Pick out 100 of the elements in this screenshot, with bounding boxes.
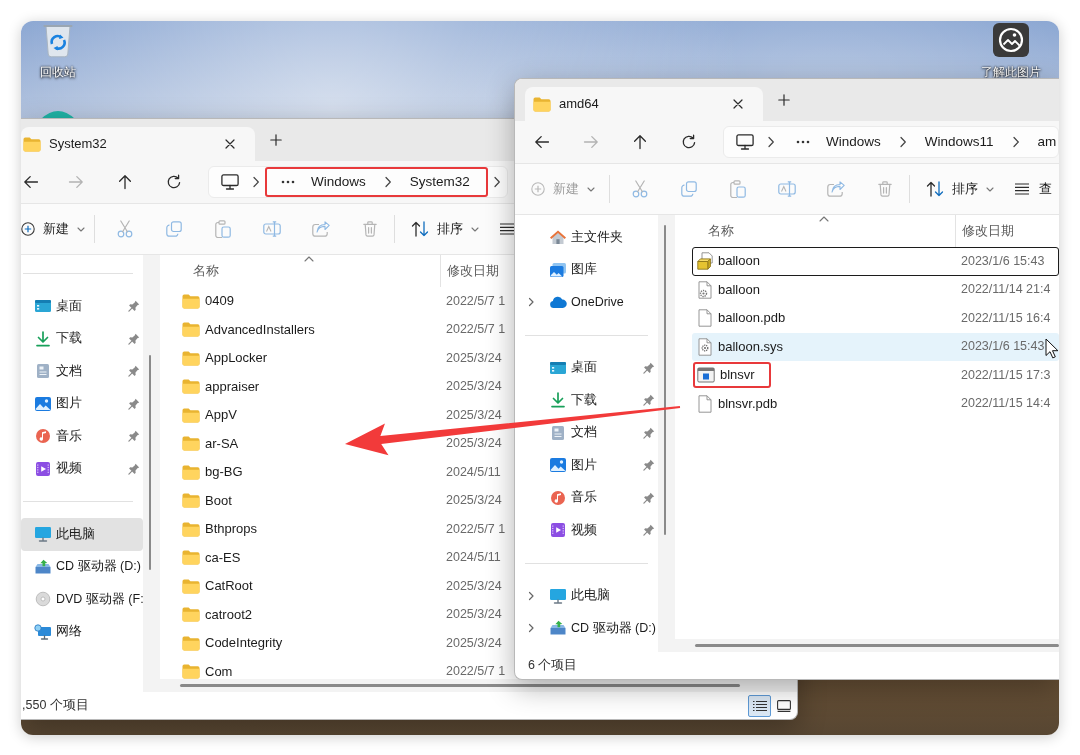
chevron-icon[interactable]: [1011, 136, 1020, 148]
forward-icon: [583, 134, 599, 150]
column-header[interactable]: 修改日期: [955, 215, 1059, 247]
file-name[interactable]: 0409: [205, 293, 234, 310]
plus-circle-icon: [21, 222, 35, 236]
sidebar-item[interactable]: 图片: [21, 387, 143, 420]
expand-chevron-icon[interactable]: [527, 297, 535, 308]
scrollbar-thumb[interactable]: [149, 355, 151, 570]
sidebar-item[interactable]: CD 驱动器 (D:): [523, 612, 658, 645]
address-bar[interactable]: Windows System32: [208, 166, 508, 198]
file-row[interactable]: balloon 2023/1/6 15:43: [692, 247, 1059, 276]
folder-tab[interactable]: amd64: [525, 87, 763, 121]
download-icon: [549, 392, 567, 409]
file-name[interactable]: catroot2: [205, 606, 252, 623]
close-tab-button[interactable]: [223, 137, 237, 151]
scrollbar-thumb[interactable]: [695, 644, 1059, 647]
file-name[interactable]: Com: [205, 663, 233, 679]
column-header[interactable]: 名称: [692, 215, 955, 247]
settings-file-icon: [697, 280, 713, 299]
sidebar-item[interactable]: 下载: [523, 384, 658, 417]
scrollbar[interactable]: [658, 215, 675, 652]
view-icon: [500, 223, 514, 235]
breadcrumb-segment[interactable]: am: [1031, 133, 1057, 151]
desktop-icon: [34, 298, 52, 315]
file-row[interactable]: balloon.sys 2023/1/6 15:43: [692, 332, 1059, 361]
sidebar-item[interactable]: 桌面: [523, 351, 658, 384]
sidebar-item[interactable]: 此电脑: [523, 579, 658, 612]
more-icon[interactable]: [281, 180, 295, 184]
column-header[interactable]: 修改日期: [440, 255, 506, 287]
sidebar-item[interactable]: 主文件夹: [523, 221, 658, 254]
file-name[interactable]: Bthprops: [205, 521, 258, 538]
scrollbar-thumb[interactable]: [180, 684, 740, 687]
file-name[interactable]: balloon.pdb: [718, 310, 786, 327]
address-bar[interactable]: Windows Windows11 am: [723, 126, 1059, 158]
chevron-icon[interactable]: [767, 136, 775, 148]
file-icon: [697, 309, 713, 328]
column-header[interactable]: 名称: [177, 255, 440, 287]
file-name[interactable]: balloon: [718, 253, 760, 270]
breadcrumb-segment[interactable]: Windows: [305, 173, 372, 191]
sidebar-item[interactable]: 音乐: [523, 481, 658, 514]
expand-chevron-icon[interactable]: [527, 623, 535, 634]
sidebar-item[interactable]: 音乐: [21, 420, 143, 453]
modified-date: 2025/3/24: [445, 635, 502, 651]
monitor-icon[interactable]: [736, 134, 754, 150]
sidebar-item[interactable]: 文档: [21, 355, 143, 388]
cd-drive-icon: [549, 620, 567, 637]
trash-icon: [877, 181, 892, 197]
monitor-icon[interactable]: [221, 174, 239, 190]
file-name[interactable]: CodeIntegrity: [205, 635, 283, 652]
sidebar-item[interactable]: DVD 驱动器 (F:: [21, 583, 143, 616]
modified-date: 2022/5/7 1: [445, 322, 506, 338]
file-name[interactable]: blnsvr: [720, 367, 755, 384]
caret-down-icon: [471, 226, 479, 232]
chevron-icon[interactable]: [492, 176, 501, 188]
file-name[interactable]: CatRoot: [205, 578, 253, 595]
file-name[interactable]: bg-BG: [205, 464, 243, 481]
scrollbar-thumb[interactable]: [664, 225, 666, 535]
close-tab-button[interactable]: [731, 97, 745, 111]
file-name[interactable]: balloon.sys: [718, 338, 784, 355]
file-name[interactable]: ar-SA: [205, 435, 239, 452]
picture-info-icon[interactable]: [992, 22, 1030, 58]
sidebar-item[interactable]: 下载: [21, 322, 143, 355]
file-name[interactable]: AppLocker: [205, 350, 268, 367]
sort-button[interactable]: 排序: [920, 173, 1000, 205]
sidebar-item[interactable]: 图片: [523, 449, 658, 482]
sidebar-item[interactable]: OneDrive: [523, 286, 658, 319]
scrollbar[interactable]: [160, 679, 797, 692]
file-name[interactable]: ca-ES: [205, 549, 241, 566]
scrollbar[interactable]: [143, 255, 160, 692]
more-icon[interactable]: [796, 140, 810, 144]
trash-icon: [362, 221, 377, 237]
file-name[interactable]: Boot: [205, 492, 232, 509]
sidebar-item[interactable]: 视频: [523, 514, 658, 547]
sidebar-item[interactable]: 视频: [21, 452, 143, 485]
details-view-button[interactable]: [748, 694, 771, 717]
view-button[interactable]: 查: [1015, 173, 1052, 205]
sidebar-item[interactable]: 文档: [523, 416, 658, 449]
folder-icon: [182, 436, 200, 452]
sidebar-item[interactable]: 网络: [21, 615, 143, 648]
plus-circle-icon: [531, 182, 545, 196]
sidebar-item[interactable]: 桌面: [21, 290, 143, 323]
breadcrumb-segment[interactable]: Windows: [820, 133, 887, 151]
scrollbar[interactable]: [675, 639, 1059, 652]
chevron-icon[interactable]: [383, 176, 392, 188]
sort-button[interactable]: 排序: [405, 213, 485, 245]
breadcrumb-segment[interactable]: System32: [403, 173, 476, 191]
folder-tab[interactable]: System32: [21, 127, 255, 161]
file-name[interactable]: appraiser: [205, 378, 260, 395]
file-name[interactable]: blnsvr.pdb: [718, 395, 778, 412]
file-name[interactable]: balloon: [718, 281, 760, 298]
sidebar-item[interactable]: 此电脑: [21, 518, 143, 551]
sidebar-item[interactable]: CD 驱动器 (D:): [21, 550, 143, 583]
chevron-icon[interactable]: [898, 136, 907, 148]
chevron-icon[interactable]: [252, 176, 260, 188]
breadcrumb-segment[interactable]: Windows11: [918, 133, 1000, 151]
file-name[interactable]: AdvancedInstallers: [205, 321, 315, 338]
new-button[interactable]: 新建: [21, 213, 88, 245]
expand-chevron-icon[interactable]: [527, 590, 535, 601]
sidebar-item[interactable]: 图库: [523, 253, 658, 286]
file-name[interactable]: AppV: [205, 407, 237, 424]
